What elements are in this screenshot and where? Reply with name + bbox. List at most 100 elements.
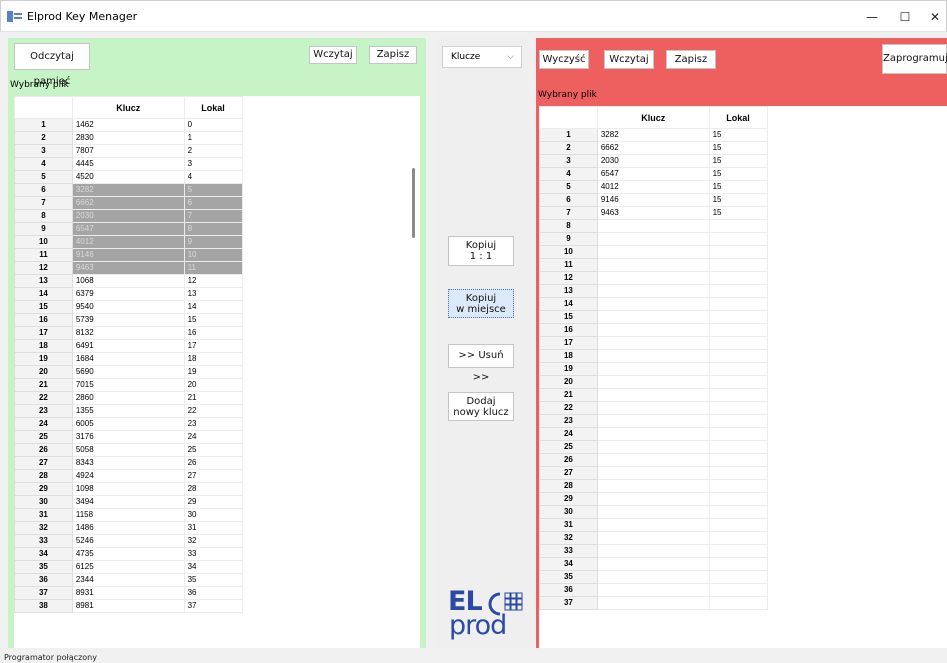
lokal-cell[interactable]: 1 <box>183 131 243 145</box>
table-row[interactable]: 27 <box>539 466 947 480</box>
table-row[interactable]: 16 <box>539 323 947 337</box>
key-cell[interactable] <box>596 297 710 311</box>
key-cell[interactable]: 3494 <box>71 495 185 509</box>
lokal-cell[interactable] <box>708 297 768 311</box>
key-cell[interactable]: 1462 <box>71 118 185 132</box>
key-cell[interactable]: 5739 <box>71 313 185 327</box>
lokal-cell[interactable]: 33 <box>183 547 243 561</box>
lokal-cell[interactable]: 2 <box>183 144 243 158</box>
table-row[interactable]: 21 7015 20 <box>14 378 420 392</box>
table-row[interactable]: 19 1684 18 <box>14 352 420 366</box>
key-cell[interactable] <box>596 427 710 441</box>
table-row[interactable]: 6 9146 15 <box>539 193 947 207</box>
lokal-cell[interactable] <box>708 453 768 467</box>
key-cell[interactable]: 8981 <box>71 599 185 613</box>
table-row[interactable]: 37 8931 36 <box>14 586 420 600</box>
lokal-cell[interactable] <box>708 219 768 233</box>
key-cell[interactable]: 9146 <box>71 248 185 262</box>
table-row[interactable]: 31 1158 30 <box>14 508 420 522</box>
lokal-cell[interactable]: 20 <box>183 378 243 392</box>
key-cell[interactable]: 8931 <box>71 586 185 600</box>
key-cell[interactable] <box>596 544 710 558</box>
key-cell[interactable]: 5246 <box>71 534 185 548</box>
lokal-cell[interactable] <box>708 245 768 259</box>
lokal-cell[interactable] <box>708 401 768 415</box>
table-row[interactable]: 12 9463 11 <box>14 261 420 275</box>
key-cell[interactable] <box>596 414 710 428</box>
table-row[interactable]: 1 3282 15 <box>539 128 947 142</box>
lokal-cell[interactable] <box>708 414 768 428</box>
lokal-cell[interactable] <box>708 531 768 545</box>
table-row[interactable]: 30 3494 29 <box>14 495 420 509</box>
key-cell[interactable]: 6662 <box>71 196 185 210</box>
copy-1to1-button[interactable]: Kopiuj 1 : 1 <box>448 236 514 266</box>
lokal-cell[interactable] <box>708 492 768 506</box>
table-row[interactable]: 20 <box>539 375 947 389</box>
table-row[interactable]: 36 <box>539 583 947 597</box>
table-row[interactable]: 2 6662 15 <box>539 141 947 155</box>
lokal-cell[interactable]: 10 <box>183 248 243 262</box>
lokal-cell[interactable]: 15 <box>708 128 768 142</box>
lokal-cell[interactable] <box>708 232 768 246</box>
key-cell[interactable] <box>596 271 710 285</box>
lokal-cell[interactable]: 31 <box>183 521 243 535</box>
table-row[interactable]: 10 4012 9 <box>14 235 420 249</box>
table-row[interactable]: 7 6662 6 <box>14 196 420 210</box>
key-cell[interactable] <box>596 245 710 259</box>
lokal-cell[interactable]: 32 <box>183 534 243 548</box>
table-row[interactable]: 4 4445 3 <box>14 157 420 171</box>
key-cell[interactable]: 1098 <box>71 482 185 496</box>
key-cell[interactable]: 1486 <box>71 521 185 535</box>
key-cell[interactable] <box>596 323 710 337</box>
table-row[interactable]: 25 <box>539 440 947 454</box>
key-cell[interactable] <box>596 440 710 454</box>
lokal-cell[interactable] <box>708 466 768 480</box>
lokal-cell[interactable]: 24 <box>183 430 243 444</box>
table-row[interactable]: 24 6005 23 <box>14 417 420 431</box>
lokal-cell[interactable]: 11 <box>183 261 243 275</box>
lokal-cell[interactable] <box>708 258 768 272</box>
lokal-cell[interactable] <box>708 336 768 350</box>
key-cell[interactable]: 3176 <box>71 430 185 444</box>
lokal-cell[interactable]: 26 <box>183 456 243 470</box>
key-cell[interactable]: 8132 <box>71 326 185 340</box>
lokal-cell[interactable]: 15 <box>708 167 768 181</box>
table-row[interactable]: 4 6547 15 <box>539 167 947 181</box>
left-load-button[interactable]: Wczytaj <box>309 46 357 64</box>
lokal-cell[interactable]: 15 <box>708 154 768 168</box>
key-cell[interactable]: 6662 <box>596 141 710 155</box>
key-cell[interactable] <box>596 336 710 350</box>
lokal-cell[interactable]: 21 <box>183 391 243 405</box>
lokal-cell[interactable] <box>708 323 768 337</box>
lokal-cell[interactable]: 29 <box>183 495 243 509</box>
key-cell[interactable]: 7807 <box>71 144 185 158</box>
lokal-cell[interactable]: 15 <box>183 313 243 327</box>
key-cell[interactable]: 3282 <box>71 183 185 197</box>
maximize-button[interactable]: ☐ <box>894 6 916 28</box>
table-row[interactable]: 16 5739 15 <box>14 313 420 327</box>
table-row[interactable]: 11 9146 10 <box>14 248 420 262</box>
lokal-cell[interactable] <box>708 557 768 571</box>
lokal-cell[interactable]: 30 <box>183 508 243 522</box>
table-row[interactable]: 1 1462 0 <box>14 118 420 132</box>
key-cell[interactable] <box>596 401 710 415</box>
lokal-cell[interactable] <box>708 349 768 363</box>
table-row[interactable]: 18 <box>539 349 947 363</box>
lokal-cell[interactable]: 5 <box>183 183 243 197</box>
table-row[interactable]: 32 <box>539 531 947 545</box>
lokal-cell[interactable]: 36 <box>183 586 243 600</box>
key-cell[interactable]: 2830 <box>71 131 185 145</box>
key-cell[interactable]: 3282 <box>596 128 710 142</box>
column-header-lokal[interactable]: Lokal <box>183 96 243 119</box>
table-row[interactable]: 29 1098 28 <box>14 482 420 496</box>
key-cell[interactable]: 2030 <box>71 209 185 223</box>
table-row[interactable]: 34 4735 33 <box>14 547 420 561</box>
table-row[interactable]: 14 6379 13 <box>14 287 420 301</box>
table-row[interactable]: 19 <box>539 362 947 376</box>
key-cell[interactable] <box>596 362 710 376</box>
key-cell[interactable] <box>596 570 710 584</box>
lokal-cell[interactable]: 34 <box>183 560 243 574</box>
lokal-cell[interactable]: 17 <box>183 339 243 353</box>
table-row[interactable]: 13 1068 12 <box>14 274 420 288</box>
lokal-cell[interactable]: 27 <box>183 469 243 483</box>
